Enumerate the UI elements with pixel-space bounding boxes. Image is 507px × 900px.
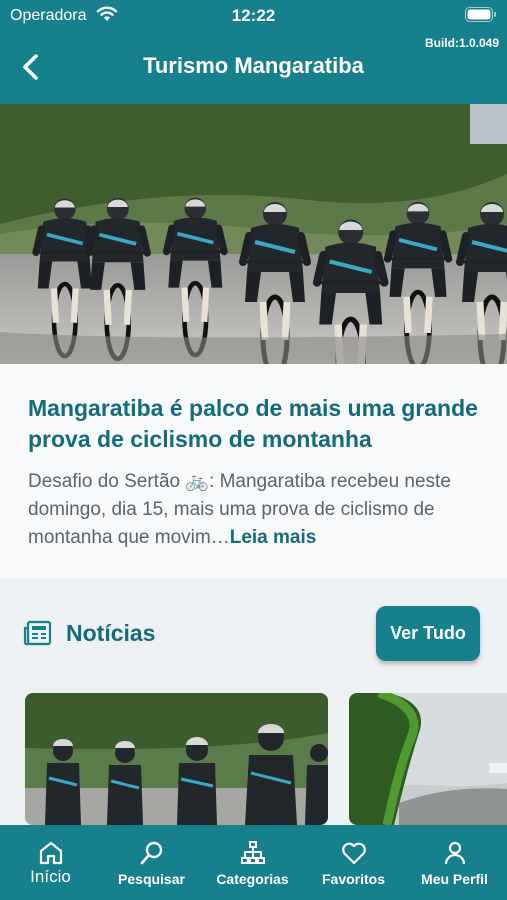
heart-icon	[342, 842, 366, 865]
tab-favoritos[interactable]: Favoritos	[303, 825, 404, 900]
battery-icon	[465, 7, 496, 22]
tab-pesquisar[interactable]: Pesquisar	[101, 825, 202, 900]
featured-article[interactable]: Mangaratiba é palco de mais uma grande p…	[0, 364, 507, 578]
featured-title[interactable]: Mangaratiba é palco de mais uma grande p…	[28, 393, 493, 455]
tab-label: Início	[30, 867, 71, 886]
page-title: Turismo Mangaratiba	[143, 53, 364, 78]
tab-label: Meu Perfil	[421, 871, 488, 887]
user-icon	[444, 841, 466, 865]
clock: 12:22	[231, 6, 276, 25]
newspaper-icon	[23, 620, 52, 646]
app-header: Operadora 12:22 Build:1.0.049 Turismo Ma…	[0, 0, 507, 104]
news-card[interactable]	[349, 693, 507, 825]
news-section-title: Notícias	[66, 620, 156, 646]
search-icon	[140, 841, 163, 865]
tab-categorias[interactable]: Categorias	[202, 825, 303, 900]
build-version: Build:1.0.049	[424, 36, 499, 50]
status-bar: Operadora 12:22	[0, 0, 507, 32]
featured-excerpt: Desafio do Sertão 🚲: Mangaratiba recebeu…	[28, 468, 478, 552]
tab-label: Categorias	[216, 871, 289, 887]
home-icon	[39, 841, 63, 865]
read-more-link[interactable]: Leia mais	[230, 527, 317, 548]
featured-image[interactable]	[0, 104, 507, 364]
categories-icon	[241, 841, 265, 864]
bottom-tab-bar: Início Pesquisar Categorias Favoritos Me…	[0, 825, 507, 900]
see-all-button[interactable]: Ver Tudo	[376, 606, 480, 661]
tab-label: Pesquisar	[118, 871, 185, 887]
tab-label: Favoritos	[321, 871, 385, 887]
tab-meu-perfil[interactable]: Meu Perfil	[404, 825, 505, 900]
tab-inicio[interactable]: Início	[0, 825, 101, 900]
news-card[interactable]	[25, 693, 328, 825]
